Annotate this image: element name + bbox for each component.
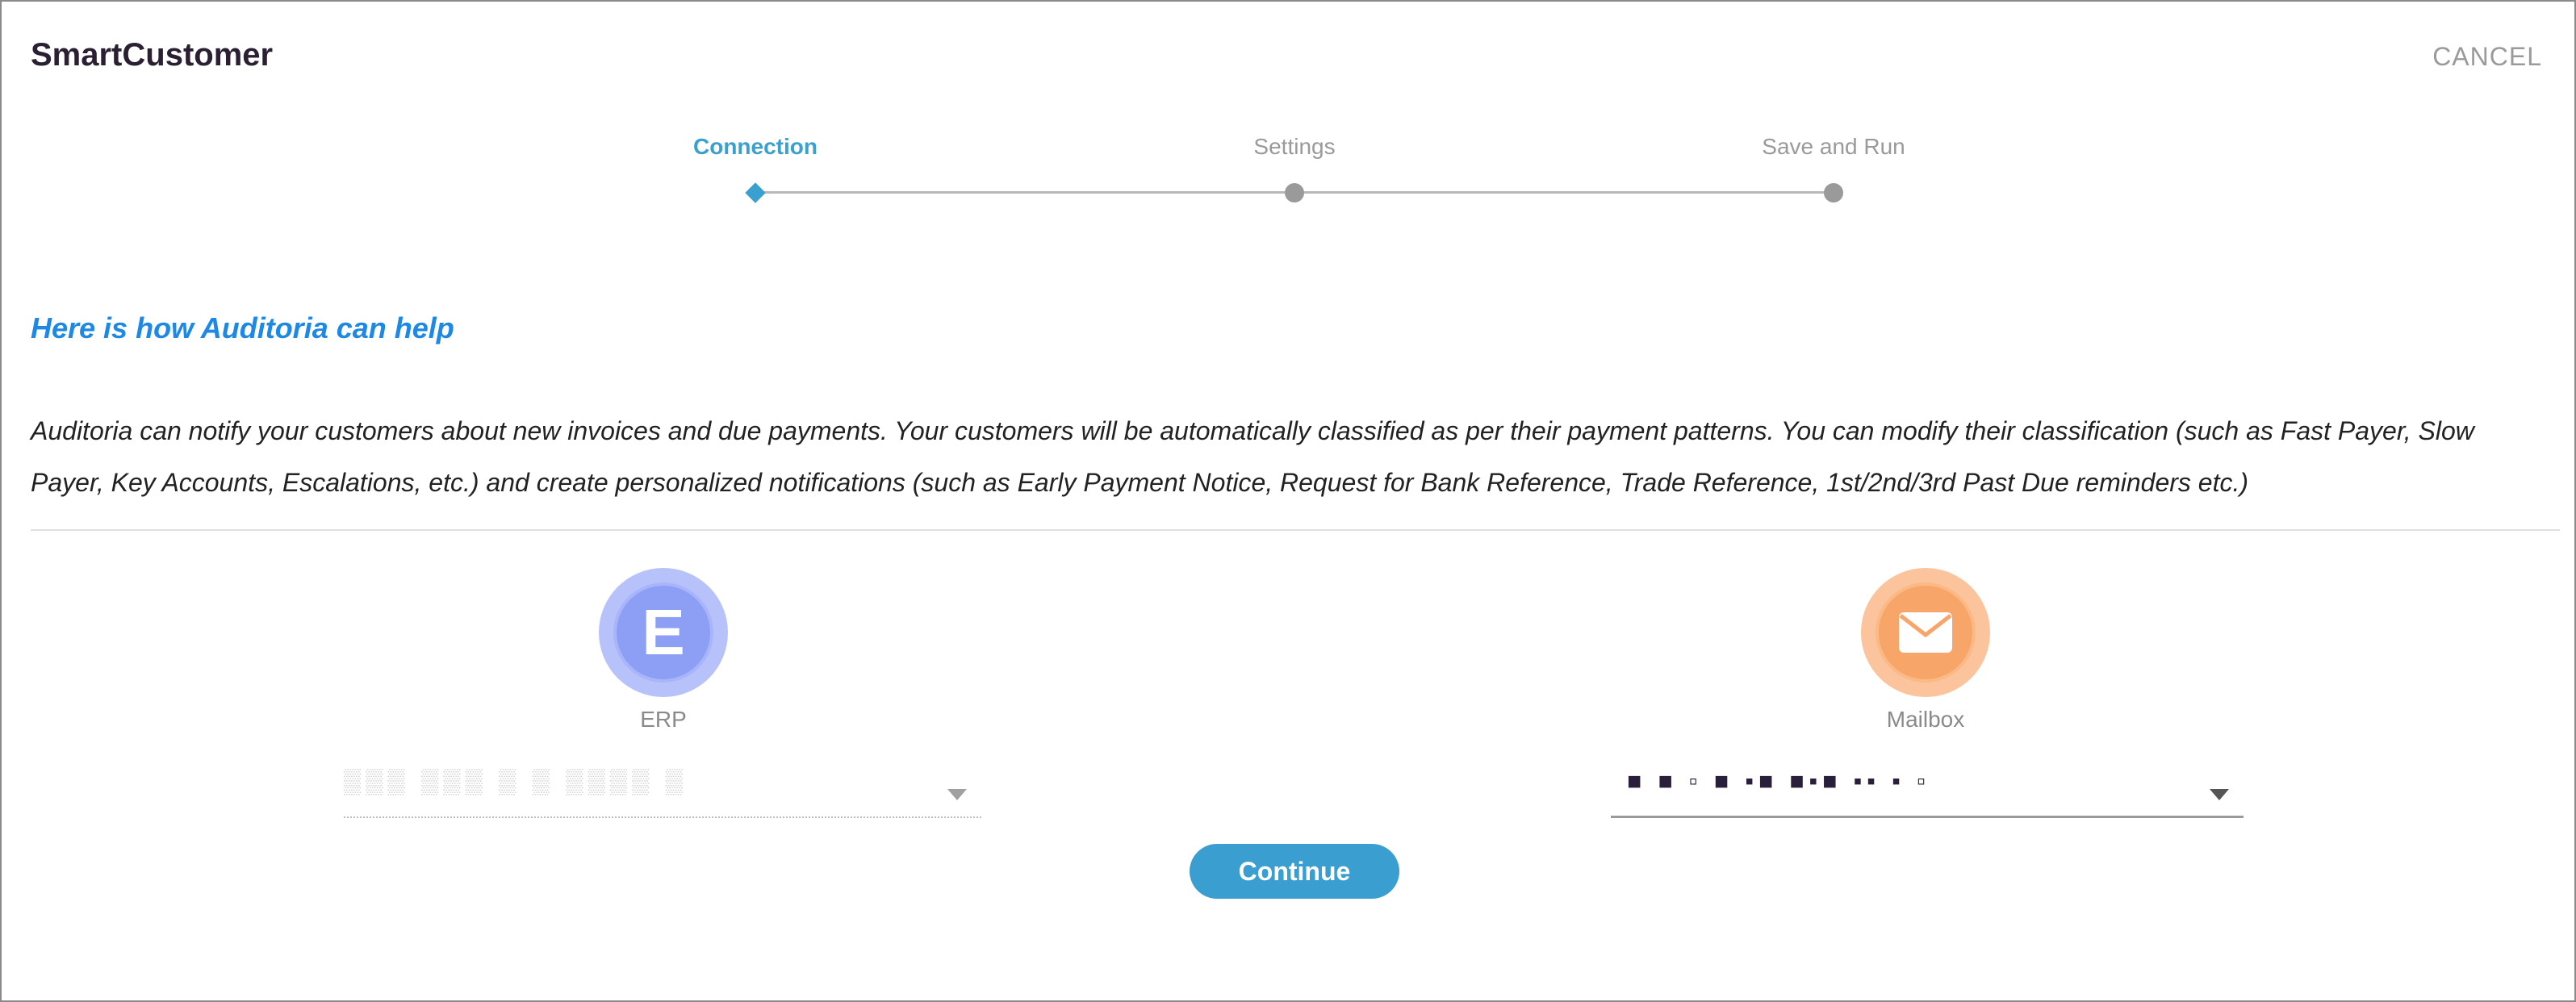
help-title: Here is how Auditoria can help <box>31 311 454 344</box>
step-save-and-run-marker[interactable] <box>1824 183 1843 202</box>
erp-icon-inner: E <box>613 582 713 683</box>
erp-icon: E <box>599 568 728 697</box>
erp-label: ERP <box>640 707 687 732</box>
chevron-down-icon[interactable] <box>2210 789 2229 800</box>
mailbox-select-value: ■ ■ ▫ ■ ▪■ ■▪■ ▪▪ ▪ ▫ <box>1627 768 1930 795</box>
section-divider <box>31 529 2560 531</box>
erp-select[interactable]: ▒▒▒ ▒▒▒ ▒ ▒ ▒▒▒▒ ▒ <box>344 760 981 818</box>
continue-button[interactable]: Continue <box>1190 844 1399 899</box>
help-description: Auditoria can notify your customers abou… <box>31 416 2474 497</box>
erp-select-value: ▒▒▒ ▒▒▒ ▒ ▒ ▒▒▒▒ ▒ <box>344 768 688 795</box>
cancel-button[interactable]: CANCEL <box>2432 42 2542 72</box>
mailbox-label: Mailbox <box>1886 707 1965 732</box>
erp-icon-letter: E <box>642 596 685 668</box>
step-connection-label[interactable]: Connection <box>693 134 818 160</box>
step-save-and-run-label[interactable]: Save and Run <box>1762 134 1905 160</box>
mailbox-icon-inner <box>1876 582 1976 683</box>
mailbox-select[interactable]: ■ ■ ▫ ■ ▪■ ■▪■ ▪▪ ▪ ▫ <box>1611 760 2244 818</box>
envelope-icon <box>1899 612 1952 653</box>
step-settings-label[interactable]: Settings <box>1253 134 1335 160</box>
step-connection-marker[interactable] <box>745 182 766 203</box>
step-settings-marker[interactable] <box>1285 183 1304 202</box>
app-title: SmartCustomer <box>31 37 274 73</box>
app-window: SmartCustomer CANCEL Connection Settings… <box>0 0 2576 1002</box>
chevron-down-icon[interactable] <box>947 789 967 800</box>
mailbox-icon <box>1861 568 1990 697</box>
